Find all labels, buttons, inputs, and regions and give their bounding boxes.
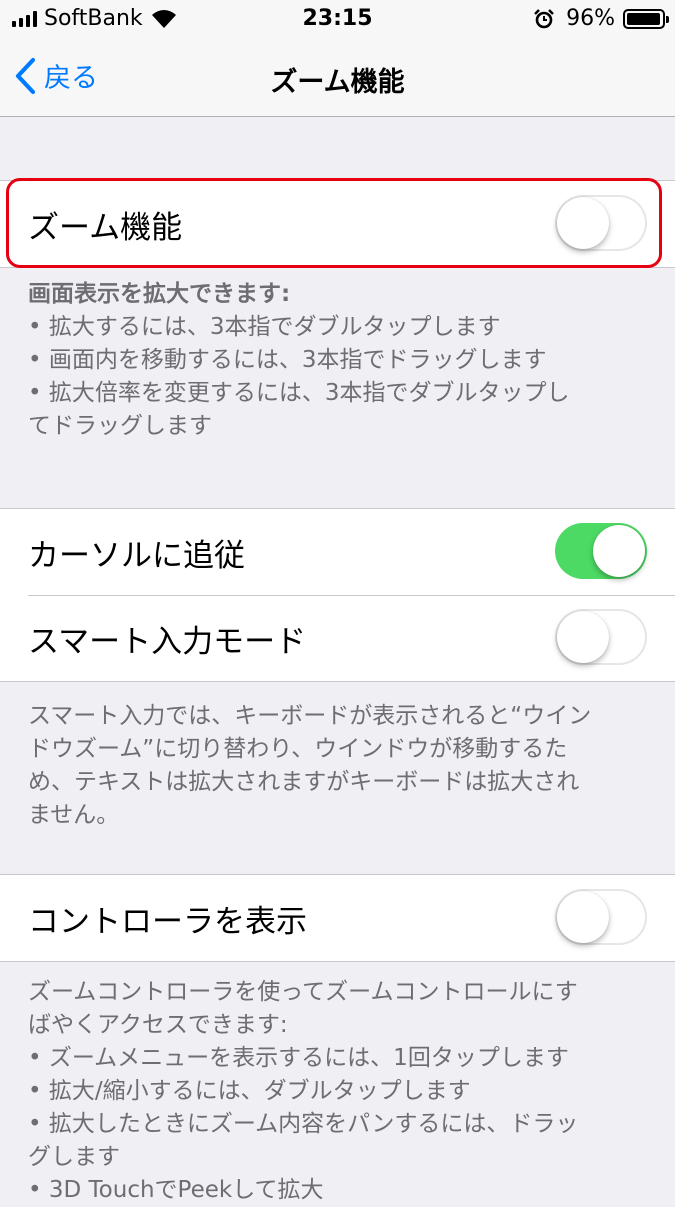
smart-typing-footer-line: スマート入力では、キーボードが表示されると“ウイン: [28, 703, 592, 729]
zoom-cell: ズーム機能: [0, 181, 675, 267]
follow-cursor-toggle[interactable]: [555, 523, 647, 579]
show-controller-cell: コントローラを表示: [0, 875, 675, 961]
smart-typing-footer-line: ません。: [28, 802, 120, 828]
navigation-bar: 戻る ズーム機能: [0, 40, 675, 117]
controller-footer-line: ズームコントローラを使ってズームコントロールにす: [28, 979, 578, 1005]
smart-typing-footer-line: ドウズーム”に切り替わり、ウインドウが移動するた: [28, 736, 568, 762]
battery-percent: 96%: [566, 6, 615, 31]
controller-footer-line: • 拡大/縮小するには、ダブルタップします: [28, 1078, 471, 1104]
zoom-footer-line: • 拡大するには、3本指でダブルタップします: [28, 314, 501, 340]
smart-typing-footer-line: め、テキストは拡大されますがキーボードは拡大され: [28, 769, 580, 795]
status-right: 96%: [534, 6, 669, 31]
smart-typing-footer: スマート入力では、キーボードが表示されると“ウイン ドウズーム”に切り替わり、ウ…: [28, 700, 648, 832]
controller-footer-line: ばやくアクセスできます:: [28, 1012, 288, 1038]
cursor-typing-group: カーソルに追従 スマート入力モード: [0, 508, 675, 682]
smart-typing-cell: スマート入力モード: [0, 595, 675, 681]
controller-footer-line: • 拡大したときにズーム内容をパンするには、ドラッ: [28, 1111, 579, 1137]
zoom-group: ズーム機能: [0, 180, 675, 268]
controller-footer-line: グします: [28, 1144, 120, 1170]
zoom-footer-title: 画面表示を拡大できます:: [28, 281, 291, 307]
battery-icon: [623, 8, 669, 29]
alarm-icon: [534, 8, 554, 28]
zoom-footer: 画面表示を拡大できます: • 拡大するには、3本指でダブルタップします • 画面…: [28, 278, 648, 443]
status-bar: SoftBank 23:15 96%: [0, 0, 675, 40]
smart-typing-toggle[interactable]: [555, 609, 647, 665]
zoom-label: ズーム機能: [28, 209, 183, 246]
controller-footer-line: • ズームメニューを表示するには、1回タップします: [28, 1045, 569, 1071]
zoom-toggle[interactable]: [555, 195, 647, 251]
zoom-footer-line: てドラッグします: [28, 413, 212, 439]
controller-group: コントローラを表示: [0, 874, 675, 962]
follow-cursor-label: カーソルに追従: [28, 537, 245, 574]
controller-footer: ズームコントローラを使ってズームコントロールにす ばやくアクセスできます: • …: [28, 976, 648, 1207]
battery-fill: [627, 12, 660, 25]
page-title: ズーム機能: [270, 67, 405, 98]
controller-footer-line: • 3D TouchでPeekして拡大: [28, 1177, 324, 1203]
smart-typing-label: スマート入力モード: [28, 623, 307, 660]
show-controller-label: コントローラを表示: [28, 903, 307, 940]
show-controller-toggle[interactable]: [555, 889, 647, 945]
zoom-footer-line: • 拡大倍率を変更するには、3本指でダブルタップし: [28, 380, 570, 406]
follow-cursor-cell: カーソルに追従: [0, 509, 675, 595]
zoom-footer-line: • 画面内を移動するには、3本指でドラッグします: [28, 347, 547, 373]
